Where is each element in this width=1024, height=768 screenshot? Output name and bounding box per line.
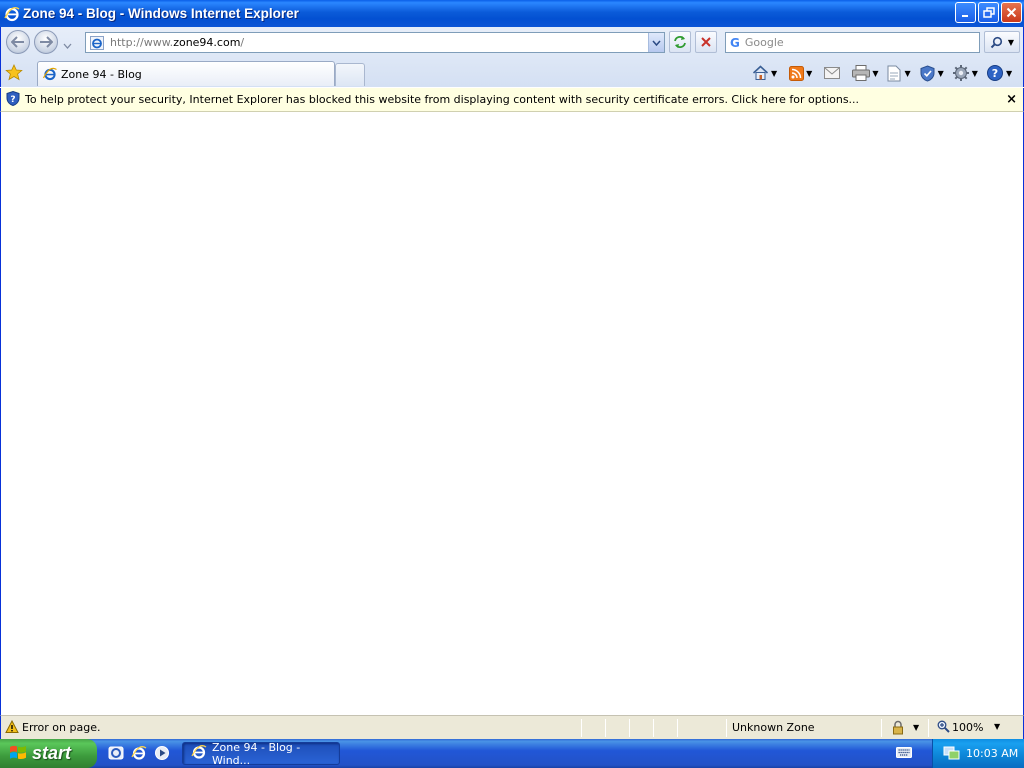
status-divider xyxy=(928,719,929,737)
address-text[interactable]: http://www.zone94.com/ xyxy=(110,36,244,49)
status-divider xyxy=(629,719,630,737)
taskbar-button-label: Zone 94 - Blog - Wind... xyxy=(212,740,301,767)
search-placeholder[interactable]: Google xyxy=(745,36,784,49)
stop-icon xyxy=(701,37,711,47)
refresh-icon xyxy=(674,36,686,48)
search-options-caret[interactable]: ▼ xyxy=(1008,38,1014,47)
forward-button[interactable] xyxy=(34,30,58,54)
clock[interactable]: 10:03 AM xyxy=(966,747,1018,760)
print-icon xyxy=(852,65,871,81)
security-zone[interactable]: Unknown Zone xyxy=(732,721,815,734)
quicklaunch-outlook-icon[interactable] xyxy=(107,744,125,762)
minimize-button[interactable] xyxy=(955,2,976,23)
back-icon xyxy=(11,36,24,48)
tab-label: Zone 94 - Blog xyxy=(61,67,142,81)
tab-ie-icon xyxy=(42,67,57,81)
security-information-bar[interactable]: ? To help protect your security, Interne… xyxy=(0,88,1024,112)
start-label: start xyxy=(32,743,72,763)
zoom-icon[interactable] xyxy=(937,720,950,736)
page-icon xyxy=(887,65,901,81)
status-divider xyxy=(677,719,678,737)
network-icon[interactable] xyxy=(943,745,960,764)
stop-button[interactable] xyxy=(695,31,717,53)
zoom-dropdown-caret[interactable]: ▼ xyxy=(994,722,1000,731)
back-button[interactable] xyxy=(6,30,30,54)
feeds-button[interactable]: ▼ xyxy=(786,62,815,84)
status-divider xyxy=(581,719,582,737)
svg-text:?: ? xyxy=(10,95,15,105)
help-icon: ? xyxy=(986,65,1003,81)
window-title: Zone 94 - Blog - Windows Internet Explor… xyxy=(23,6,299,21)
browser-chrome: http://www.zone94.com/ G Google ▼ Zone 9… xyxy=(0,27,1024,87)
lock-icon xyxy=(893,720,903,735)
help-menu-button[interactable]: ? ▼ xyxy=(983,62,1015,84)
start-button[interactable]: start xyxy=(0,739,97,768)
navigation-bar: http://www.zone94.com/ G Google ▼ xyxy=(1,27,1023,59)
search-icon xyxy=(990,36,1003,48)
quicklaunch-ie-icon[interactable] xyxy=(130,744,148,762)
restore-button[interactable] xyxy=(978,2,999,23)
protected-mode-button[interactable]: ▼ xyxy=(891,720,919,735)
new-tab-button[interactable] xyxy=(335,63,365,86)
windows-flag-icon xyxy=(9,744,27,764)
search-button[interactable]: ▼ xyxy=(984,31,1020,53)
system-tray: 10:03 AM xyxy=(932,739,1024,768)
quicklaunch-media-player-icon[interactable] xyxy=(153,744,171,762)
tab-zone94-blog[interactable]: Zone 94 - Blog xyxy=(37,61,335,86)
status-divider xyxy=(726,719,727,737)
taskbar: start Zone 94 - Blog - Wind... 10:03 AM xyxy=(0,739,1024,768)
page-content-area xyxy=(0,112,1024,715)
google-logo: G xyxy=(730,35,740,50)
command-bar: ▼ ▼ ▼ ▼ ▼ ▼ ? ▼ xyxy=(749,62,1015,84)
warning-icon[interactable] xyxy=(5,719,19,737)
home-icon xyxy=(752,65,769,80)
page-ie-icon xyxy=(90,35,104,50)
infobar-message[interactable]: To help protect your security, Internet … xyxy=(25,93,859,106)
favorites-star-icon[interactable] xyxy=(5,64,23,84)
infobar-close-button[interactable]: × xyxy=(1006,92,1017,107)
read-mail-button[interactable] xyxy=(821,62,843,84)
address-dropdown-button[interactable] xyxy=(648,33,664,52)
read-mail-icon xyxy=(824,67,841,79)
ie-icon xyxy=(4,6,20,22)
safety-icon xyxy=(920,64,935,82)
status-divider xyxy=(605,719,606,737)
keyboard-icon[interactable] xyxy=(896,747,912,761)
zoom-level[interactable]: 100% xyxy=(952,721,983,734)
rss-feed-icon xyxy=(789,65,805,81)
print-button[interactable]: ▼ xyxy=(849,62,881,84)
address-bar[interactable]: http://www.zone94.com/ xyxy=(85,32,665,53)
tools-gear-icon xyxy=(952,65,969,81)
home-button[interactable]: ▼ xyxy=(749,62,780,84)
tools-menu-button[interactable]: ▼ xyxy=(949,62,981,84)
status-divider xyxy=(881,719,882,737)
recent-pages-dropdown[interactable] xyxy=(63,39,72,52)
svg-text:?: ? xyxy=(992,67,998,80)
status-message[interactable]: Error on page. xyxy=(22,721,100,734)
page-menu-button[interactable]: ▼ xyxy=(883,62,913,84)
close-button[interactable] xyxy=(1001,2,1022,23)
forward-icon xyxy=(40,36,53,48)
taskbar-ie-window-button[interactable]: Zone 94 - Blog - Wind... xyxy=(182,740,340,767)
tab-row: Zone 94 - Blog ▼ ▼ ▼ ▼ ▼ ▼ ? ▼ xyxy=(1,59,1023,87)
taskbar-ie-icon xyxy=(191,744,207,763)
safety-menu-button[interactable]: ▼ xyxy=(916,62,947,84)
status-bar: Error on page. Unknown Zone ▼ 100% ▼ xyxy=(0,715,1024,739)
search-box[interactable]: G Google xyxy=(725,32,980,53)
title-bar[interactable]: Zone 94 - Blog - Windows Internet Explor… xyxy=(0,0,1024,27)
shield-info-icon: ? xyxy=(6,90,20,109)
status-divider xyxy=(653,719,654,737)
refresh-button[interactable] xyxy=(669,31,691,53)
